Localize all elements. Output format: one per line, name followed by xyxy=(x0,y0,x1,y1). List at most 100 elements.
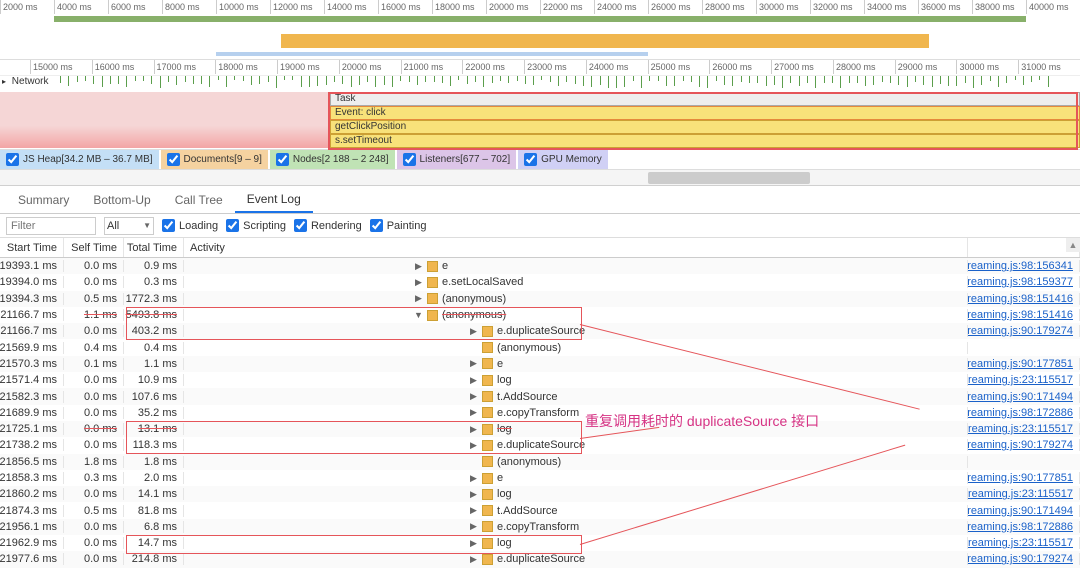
expand-icon[interactable]: ▶ xyxy=(469,407,478,418)
source-link[interactable]: streaming.js:23:115517 xyxy=(968,423,1080,435)
table-row[interactable]: 21582.3 ms0.0 ms107.6 ms▶t.AddSourcestre… xyxy=(0,388,1080,404)
table-row[interactable]: 21569.9 ms0.4 ms0.4 ms(anonymous) xyxy=(0,339,1080,355)
table-row[interactable]: 21571.4 ms0.0 ms10.9 ms▶logstreaming.js:… xyxy=(0,372,1080,388)
filter-scripting-checkbox[interactable] xyxy=(226,219,239,232)
scripting-icon xyxy=(482,521,493,532)
filter-loading-checkbox[interactable] xyxy=(162,219,175,232)
nodes-counter[interactable]: Nodes[2 188 – 2 248] xyxy=(270,150,395,169)
ruler-tick: 19000 ms xyxy=(277,60,320,74)
table-row[interactable]: 21166.7 ms1.1 ms5493.8 ms▼(anonymous)str… xyxy=(0,307,1080,323)
tab-call-tree[interactable]: Call Tree xyxy=(163,186,235,213)
expand-icon[interactable]: ▶ xyxy=(414,293,423,304)
expand-icon[interactable]: ▶ xyxy=(469,473,478,484)
table-row[interactable]: 21689.9 ms0.0 ms35.2 ms▶e.copyTransforms… xyxy=(0,405,1080,421)
expand-icon[interactable]: ▼ xyxy=(414,310,423,320)
source-link[interactable]: streaming.js:23:115517 xyxy=(968,488,1080,500)
col-source[interactable] xyxy=(968,238,1080,257)
source-link[interactable]: streaming.js:90:177851 xyxy=(968,358,1080,370)
expand-icon[interactable]: ▶ xyxy=(469,440,478,451)
source-link[interactable]: streaming.js:98:151416 xyxy=(968,309,1080,321)
expand-icon[interactable]: ▶ xyxy=(414,277,423,288)
col-start-time[interactable]: Start Time xyxy=(0,238,64,257)
activity-name: log xyxy=(497,537,512,549)
source-link[interactable]: streaming.js:23:115517 xyxy=(968,374,1080,386)
tab-summary[interactable]: Summary xyxy=(6,186,81,213)
col-activity[interactable]: Activity xyxy=(184,238,968,257)
table-row[interactable]: 21962.9 ms0.0 ms14.7 ms▶logstreaming.js:… xyxy=(0,535,1080,551)
documents-checkbox[interactable] xyxy=(167,153,180,166)
timeline-overview[interactable]: 2000 ms4000 ms6000 ms8000 ms10000 ms1200… xyxy=(0,0,1080,60)
expand-icon[interactable]: ▶ xyxy=(469,505,478,516)
table-row[interactable]: 19394.3 ms0.5 ms1772.3 ms▶(anonymous)str… xyxy=(0,291,1080,307)
activity-name: log xyxy=(497,488,512,500)
source-link[interactable]: streaming.js:90:179274 xyxy=(968,553,1080,565)
source-link[interactable]: streaming.js:98:172886 xyxy=(968,407,1080,419)
flame-chart[interactable]: Task Event: click getClickPosition s.set… xyxy=(330,92,1080,148)
filter-input[interactable] xyxy=(6,217,96,235)
expand-icon[interactable]: ▶ xyxy=(469,554,478,565)
listeners-checkbox[interactable] xyxy=(403,153,416,166)
scroll-thumb[interactable] xyxy=(648,172,810,184)
expand-icon[interactable]: ▶ xyxy=(469,391,478,402)
cell-total-time: 6.8 ms xyxy=(124,521,184,533)
listeners-counter[interactable]: Listeners[677 – 702] xyxy=(397,150,517,169)
table-row[interactable]: 21874.3 ms0.5 ms81.8 ms▶t.AddSourcestrea… xyxy=(0,502,1080,518)
expand-icon[interactable]: ▶ xyxy=(469,326,478,337)
table-row[interactable]: 21956.1 ms0.0 ms6.8 ms▶e.copyTransformst… xyxy=(0,519,1080,535)
table-row[interactable]: 21858.3 ms0.3 ms2.0 ms▶estreaming.js:90:… xyxy=(0,470,1080,486)
expand-icon[interactable]: ▶ xyxy=(469,358,478,369)
expand-icon[interactable]: ▶ xyxy=(469,538,478,549)
cell-start-time: 21582.3 ms xyxy=(0,391,64,403)
expand-icon[interactable]: ▶ xyxy=(469,521,478,532)
scroll-up-icon[interactable]: ▲ xyxy=(1066,238,1080,252)
nodes-checkbox[interactable] xyxy=(276,153,289,166)
source-link[interactable]: streaming.js:98:159377 xyxy=(968,276,1080,288)
source-link[interactable]: streaming.js:90:179274 xyxy=(968,325,1080,337)
tab-bottom-up[interactable]: Bottom-Up xyxy=(81,186,162,213)
horizontal-scrollbar[interactable] xyxy=(0,170,1080,186)
table-row[interactable]: 19394.0 ms0.0 ms0.3 ms▶e.setLocalSavedst… xyxy=(0,274,1080,290)
source-link[interactable]: streaming.js:98:151416 xyxy=(968,293,1080,305)
source-link[interactable]: streaming.js:90:171494 xyxy=(968,391,1080,403)
documents-counter[interactable]: Documents[9 – 9] xyxy=(161,150,268,169)
cell-total-time: 107.6 ms xyxy=(124,391,184,403)
table-row[interactable]: 21166.7 ms0.0 ms403.2 ms▶e.duplicateSour… xyxy=(0,323,1080,339)
expand-icon[interactable]: ▶ xyxy=(469,489,478,500)
table-row[interactable]: 21725.1 ms0.0 ms13.1 ms▶logstreaming.js:… xyxy=(0,421,1080,437)
col-self-time[interactable]: Self Time xyxy=(64,238,124,257)
tab-event-log[interactable]: Event Log xyxy=(235,186,313,213)
source-link[interactable]: streaming.js:90:177851 xyxy=(968,472,1080,484)
cell-activity: ▶log xyxy=(184,423,968,435)
js-heap-checkbox[interactable] xyxy=(6,153,19,166)
gpu-memory-counter[interactable]: GPU Memory xyxy=(518,150,608,169)
cell-start-time: 21860.2 ms xyxy=(0,488,64,500)
table-row[interactable]: 21856.5 ms1.8 ms1.8 ms(anonymous) xyxy=(0,454,1080,470)
ruler-tick: 31000 ms xyxy=(1018,60,1061,74)
expand-icon[interactable]: ▶ xyxy=(469,375,478,386)
filter-rendering[interactable]: Rendering xyxy=(294,219,362,232)
filter-scripting[interactable]: Scripting xyxy=(226,219,286,232)
source-link[interactable]: streaming.js:23:115517 xyxy=(968,537,1080,549)
filter-painting[interactable]: Painting xyxy=(370,219,427,232)
filter-painting-checkbox[interactable] xyxy=(370,219,383,232)
source-link[interactable]: streaming.js:98:172886 xyxy=(968,521,1080,533)
table-row[interactable]: 21570.3 ms0.1 ms1.1 ms▶estreaming.js:90:… xyxy=(0,356,1080,372)
cell-self-time: 0.3 ms xyxy=(64,472,124,484)
expand-icon[interactable]: ▶ xyxy=(469,424,478,435)
source-link[interactable]: streaming.js:98:156341 xyxy=(968,260,1080,272)
source-link[interactable]: streaming.js:90:179274 xyxy=(968,439,1080,451)
table-row[interactable]: 21860.2 ms0.0 ms14.1 ms▶logstreaming.js:… xyxy=(0,486,1080,502)
js-heap-counter[interactable]: JS Heap[34.2 MB – 36.7 MB] xyxy=(0,150,159,169)
table-row[interactable]: 21977.6 ms0.0 ms214.8 ms▶e.duplicateSour… xyxy=(0,551,1080,567)
filter-rendering-checkbox[interactable] xyxy=(294,219,307,232)
cell-activity: ▶e.setLocalSaved xyxy=(184,276,968,288)
col-total-time[interactable]: Total Time xyxy=(124,238,184,257)
duration-filter[interactable]: All▼ xyxy=(104,217,154,235)
timeline-main[interactable]: 15000 ms16000 ms17000 ms18000 ms19000 ms… xyxy=(0,60,1080,150)
gpu-memory-checkbox[interactable] xyxy=(524,153,537,166)
expand-icon[interactable]: ▶ xyxy=(414,261,423,272)
source-link[interactable]: streaming.js:90:171494 xyxy=(968,505,1080,517)
table-row[interactable]: 21738.2 ms0.0 ms118.3 ms▶e.duplicateSour… xyxy=(0,437,1080,453)
filter-loading[interactable]: Loading xyxy=(162,219,218,232)
table-row[interactable]: 19393.1 ms0.0 ms0.9 ms▶estreaming.js:98:… xyxy=(0,258,1080,274)
